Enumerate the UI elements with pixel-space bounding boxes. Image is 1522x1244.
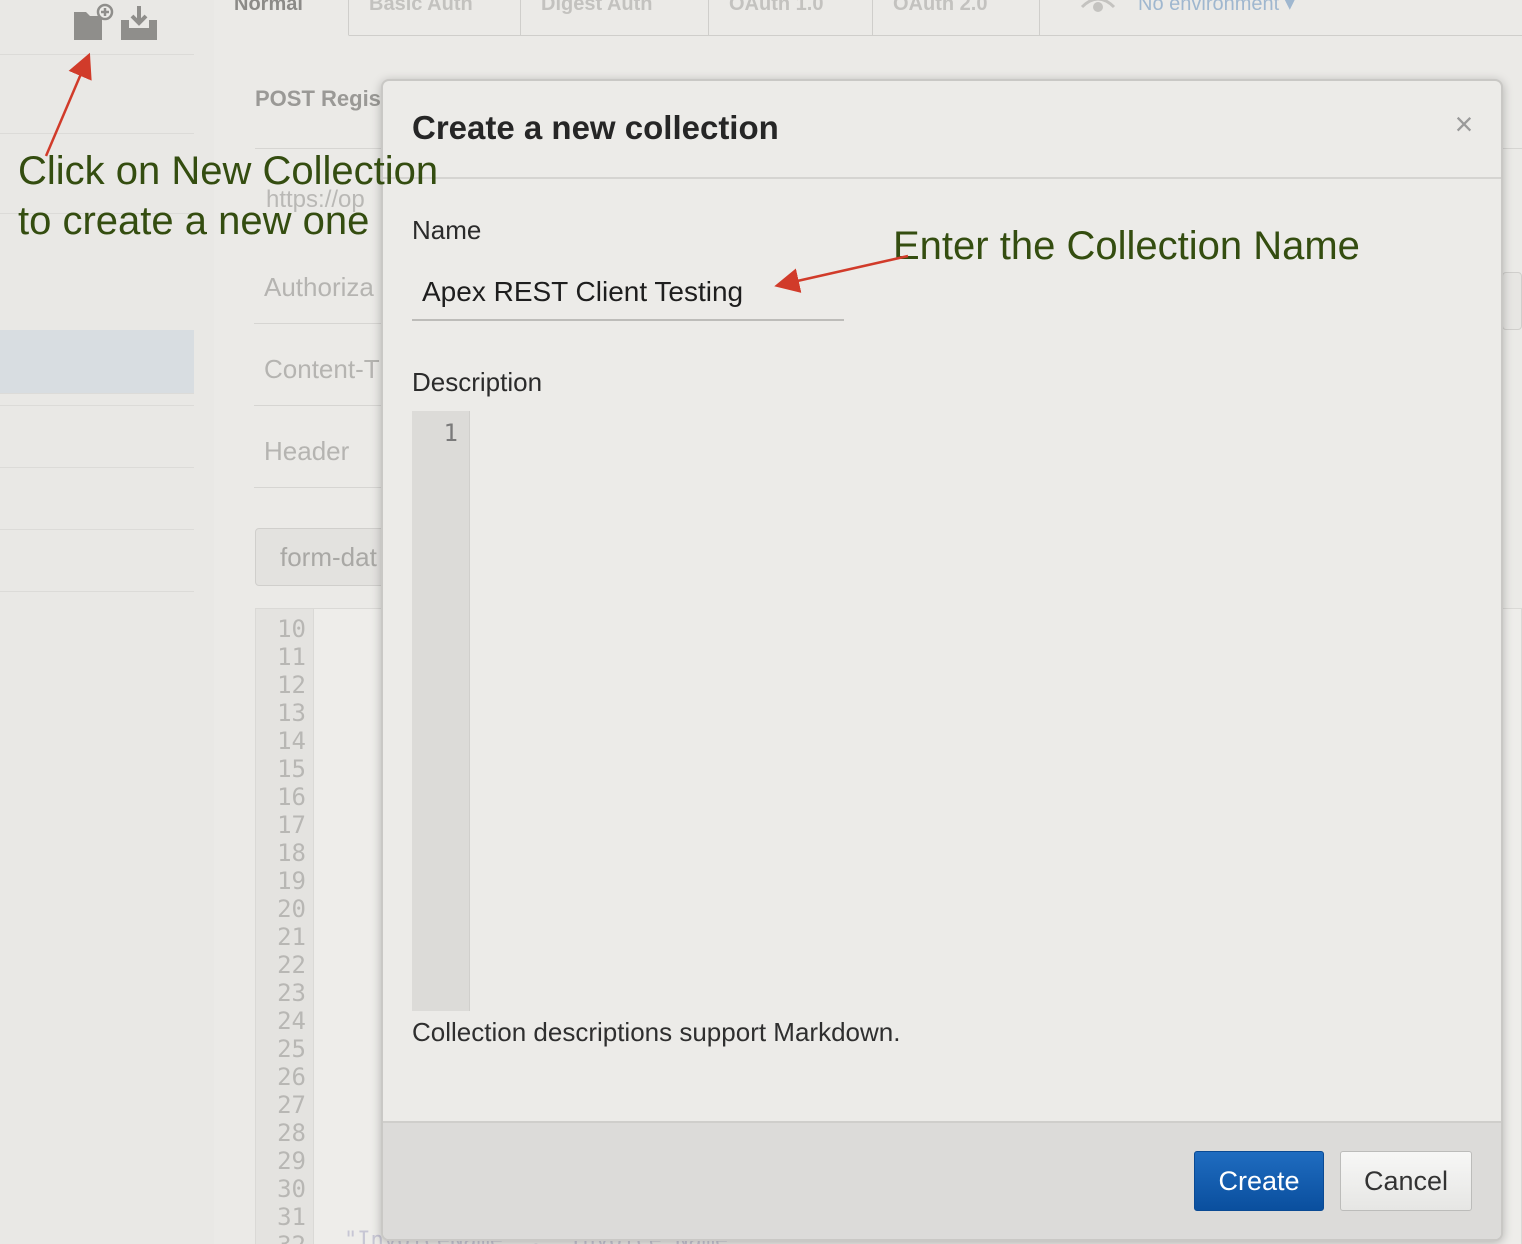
annotation-arrows xyxy=(44,52,909,293)
arrow-to-new-collection-icon xyxy=(44,52,92,157)
arrow-to-name-input xyxy=(774,254,909,293)
